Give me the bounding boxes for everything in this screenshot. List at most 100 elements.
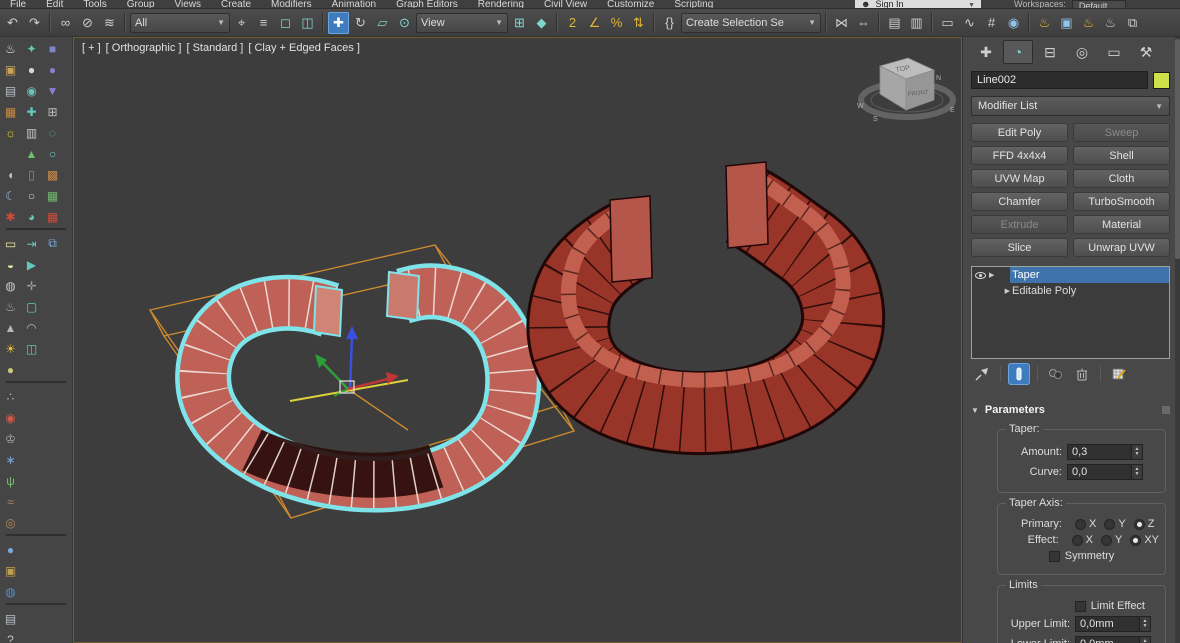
menu-modifiers[interactable]: Modifiers	[261, 0, 322, 8]
flower-icon[interactable]: ∗	[0, 449, 21, 470]
viewcube[interactable]: W S E N TOP FRONT	[857, 57, 956, 123]
teapot-icon[interactable]: ♨	[0, 38, 21, 59]
angle-snap-icon[interactable]: ∠	[584, 12, 605, 34]
arc-icon[interactable]: ◠	[21, 317, 42, 338]
mirror-icon[interactable]: ⋈	[831, 12, 852, 34]
menu-views[interactable]: Views	[165, 0, 212, 8]
scene-explorer-icon[interactable]: ▥	[906, 12, 927, 34]
white-sphere-icon[interactable]: ●	[21, 59, 42, 80]
sun-icon[interactable]: ☀	[0, 338, 21, 359]
schematic-view-icon[interactable]: #	[981, 12, 1002, 34]
layer-manager-icon[interactable]: ▤	[884, 12, 905, 34]
select-object-icon[interactable]: ⌖	[231, 12, 252, 34]
snaps-toggle-icon[interactable]: 2	[562, 12, 583, 34]
menu-graph-editors[interactable]: Graph Editors	[386, 0, 468, 8]
grid-multi-icon[interactable]: ▦	[42, 206, 63, 227]
undo-icon[interactable]: ↶	[2, 12, 23, 34]
menu-rendering[interactable]: Rendering	[468, 0, 534, 8]
effect-x-radio[interactable]	[1071, 534, 1083, 546]
select-and-move-icon[interactable]: ✚	[328, 11, 349, 34]
scatter-sphere-icon[interactable]: ◍	[0, 581, 21, 602]
snail-icon[interactable]: ◎	[0, 512, 21, 533]
cage-icon[interactable]: ◫	[21, 338, 42, 359]
stack-item-taper[interactable]: ▶ Taper	[972, 267, 1169, 283]
sign-in-button[interactable]: ☻ Sign In ▼	[855, 0, 981, 8]
spinner-arrows[interactable]: ▲▼	[1139, 617, 1150, 631]
cube-icon[interactable]: ■	[42, 38, 63, 59]
spinner-arrows[interactable]: ▲▼	[1131, 445, 1142, 459]
teapot-grey-icon[interactable]: ♨	[0, 296, 21, 317]
redo-icon[interactable]: ↷	[24, 12, 45, 34]
list-panel-icon[interactable]: ▥	[21, 122, 42, 143]
menu-file[interactable]: File	[0, 0, 36, 8]
pyramid-icon[interactable]: ▲	[21, 143, 42, 164]
menu-customize[interactable]: Customize	[597, 0, 664, 8]
tab-create[interactable]: ✚	[971, 40, 1001, 64]
grass-icon[interactable]: ψ	[0, 470, 21, 491]
select-and-place-icon[interactable]: ⊙	[394, 12, 415, 34]
swirl-icon[interactable]: ◕	[21, 206, 42, 227]
lower-limit-spinner[interactable]: 0,0mm ▲▼	[1075, 636, 1151, 643]
render-iterative-icon[interactable]: ♨	[1100, 12, 1121, 34]
slice-button[interactable]: Slice	[971, 238, 1068, 257]
hand-tool-icon[interactable]: ✦	[21, 38, 42, 59]
primary-x-radio[interactable]	[1075, 518, 1086, 530]
primary-z-radio[interactable]	[1133, 518, 1145, 530]
configure-modifier-sets-icon[interactable]	[1108, 363, 1130, 385]
show-end-result-icon[interactable]	[1008, 363, 1030, 385]
document-icon[interactable]: ▤	[0, 608, 21, 629]
menu-civil-view[interactable]: Civil View	[534, 0, 597, 8]
figure-icon[interactable]: ▯	[21, 164, 42, 185]
crown-icon[interactable]: ♔	[0, 428, 21, 449]
tab-display[interactable]: ▭	[1099, 40, 1129, 64]
menu-group[interactable]: Group	[117, 0, 165, 8]
help-icon[interactable]: ?	[0, 629, 21, 643]
tab-motion[interactable]: ◎	[1067, 40, 1097, 64]
align-icon[interactable]: ⇔	[853, 12, 874, 34]
menu-scripting[interactable]: Scripting	[664, 0, 723, 8]
menu-create[interactable]: Create	[211, 0, 261, 8]
reference-coordinate-system-dropdown[interactable]: View ▼	[416, 12, 508, 33]
named-selection-sets-dropdown[interactable]: Create Selection Se ▼	[681, 12, 821, 33]
limit-effect-checkbox[interactable]	[1074, 600, 1086, 612]
viewport-style-label[interactable]: [ Standard ]	[186, 42, 243, 54]
spinner-arrows[interactable]: ▲▼	[1131, 465, 1142, 479]
turbosmooth-button[interactable]: TurboSmooth	[1073, 192, 1170, 211]
spinner-snap-icon[interactable]: ⇅	[628, 12, 649, 34]
tab-hierarchy[interactable]: ⊟	[1035, 40, 1065, 64]
open-double-window-icon[interactable]: ⧉	[1122, 12, 1143, 34]
tab-utilities[interactable]: ⚒	[1131, 40, 1161, 64]
noise-map-icon[interactable]: ▩	[42, 164, 63, 185]
select-and-link-icon[interactable]: ∞	[55, 12, 76, 34]
spinner-arrows[interactable]: ▲▼	[1139, 637, 1150, 643]
spray-icon[interactable]: ✱	[0, 206, 21, 227]
visibility-eye-icon[interactable]	[975, 271, 986, 279]
select-by-name-icon[interactable]: ≡	[253, 12, 274, 34]
select-and-manipulate-icon[interactable]: ◆	[531, 12, 552, 34]
second-object[interactable]	[526, 161, 886, 456]
viewport-canvas[interactable]: W S E N TOP FRONT	[74, 38, 960, 642]
menu-animation[interactable]: Animation	[322, 0, 386, 8]
panel-scrollbar[interactable]	[1175, 37, 1180, 643]
grid-green-icon[interactable]: ▦	[42, 185, 63, 206]
object-name-field[interactable]: Line002	[971, 71, 1148, 89]
plane-icon[interactable]: ▭	[0, 233, 21, 254]
render-preview-icon[interactable]: ▣	[0, 59, 21, 80]
rendered-frame-window-icon[interactable]: ▣	[1056, 12, 1077, 34]
use-pivot-point-center-icon[interactable]: ⊞	[509, 12, 530, 34]
menu-edit[interactable]: Edit	[36, 0, 73, 8]
disc-icon[interactable]: ◍	[0, 275, 21, 296]
object-color-swatch[interactable]	[1153, 71, 1170, 89]
curve-editor-icon[interactable]: ∿	[959, 12, 980, 34]
dome-icon[interactable]: ◒	[0, 254, 21, 275]
bones-icon[interactable]: ✚	[21, 101, 42, 122]
tab-modify[interactable]: ◔	[1003, 40, 1033, 64]
pin-stack-icon[interactable]	[971, 363, 993, 385]
percent-snap-icon[interactable]: %	[606, 12, 627, 34]
menu-tools[interactable]: Tools	[73, 0, 116, 8]
ring-icon[interactable]: ○	[21, 185, 42, 206]
edit-poly-button[interactable]: Edit Poly	[971, 123, 1068, 142]
expand-arrow-icon[interactable]: ▶	[989, 271, 994, 279]
selected-object[interactable]	[175, 263, 542, 513]
stack-item-editable-poly[interactable]: ▶ Editable Poly	[972, 283, 1169, 299]
